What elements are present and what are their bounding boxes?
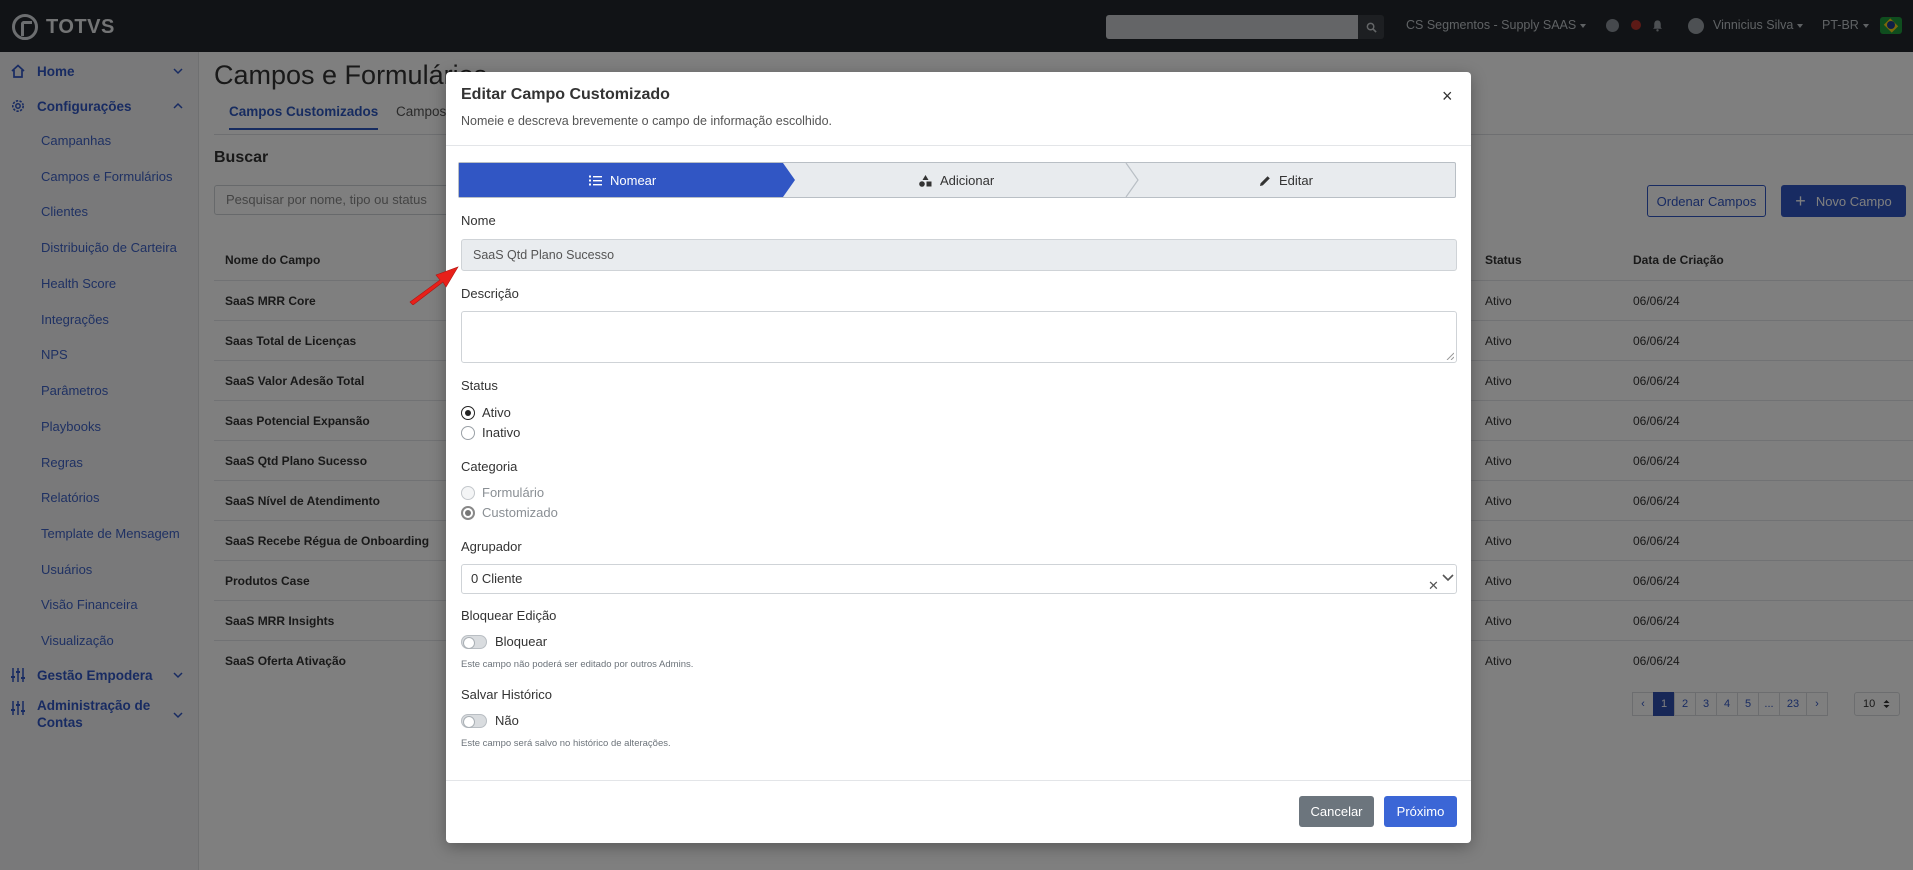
status-option-ativo[interactable]: Ativo: [461, 405, 511, 420]
pencil-icon: [1260, 175, 1270, 186]
step-label: Editar: [1279, 173, 1313, 188]
cancel-button[interactable]: Cancelar: [1299, 796, 1374, 827]
clear-icon[interactable]: ✕: [1428, 572, 1439, 600]
description-textarea[interactable]: [461, 311, 1457, 363]
lock-edit-label: Bloquear Edição: [461, 608, 557, 623]
radio-checked-disabled: [461, 505, 475, 520]
step-nomear[interactable]: Nomear: [589, 173, 656, 188]
radio-label: Formulário: [482, 485, 545, 500]
chevron-down-icon[interactable]: [1442, 574, 1454, 582]
list-icon: [589, 175, 602, 186]
radio-label: Customizado: [482, 505, 558, 520]
step-divider: [1125, 163, 1139, 197]
step-label: Nomear: [610, 173, 657, 188]
step-adicionar[interactable]: Adicionar: [919, 173, 994, 188]
step-editar[interactable]: Editar: [1259, 173, 1313, 188]
toggle-label: Não: [495, 713, 519, 728]
modal-footer-divider: [446, 780, 1471, 781]
next-button[interactable]: Próximo: [1384, 796, 1457, 827]
toggle-switch[interactable]: [461, 713, 487, 728]
resize-handle-icon[interactable]: [1446, 352, 1454, 360]
grouper-label: Agrupador: [461, 539, 522, 554]
lock-edit-help: Este campo não poderá ser editado por ou…: [461, 659, 694, 670]
radio-label: Inativo: [482, 425, 521, 440]
grouper-select[interactable]: 0 Cliente ✕: [461, 564, 1457, 594]
name-label: Nome: [461, 213, 496, 228]
toggle-label: Bloquear: [495, 634, 548, 649]
category-option-formulario: Formulário: [461, 485, 544, 500]
grouper-value: 0 Cliente: [471, 571, 523, 586]
close-icon[interactable]: ×: [1442, 87, 1453, 105]
save-history-toggle[interactable]: Não: [461, 713, 519, 728]
status-option-inativo[interactable]: Inativo: [461, 425, 520, 440]
category-option-customizado: Customizado: [461, 505, 558, 520]
radio-unchecked[interactable]: [461, 425, 475, 440]
annotation-arrow-icon: [409, 266, 459, 305]
step-label: Adicionar: [940, 173, 995, 188]
modal-title: Editar Campo Customizado: [461, 86, 670, 103]
radio-checked[interactable]: [461, 405, 475, 420]
modal-header-divider: [446, 145, 1471, 146]
stepper: Nomear Adicionar Editar: [458, 162, 1456, 198]
status-label: Status: [461, 378, 498, 393]
description-label: Descrição: [461, 286, 519, 301]
lock-edit-toggle[interactable]: Bloquear: [461, 634, 547, 649]
radio-label: Ativo: [482, 405, 511, 420]
shapes-icon: [919, 174, 932, 187]
category-label: Categoria: [461, 459, 518, 474]
save-history-label: Salvar Histórico: [461, 687, 553, 702]
modal-subtitle: Nomeie e descreva brevemente o campo de …: [461, 114, 833, 128]
edit-field-modal: Editar Campo Customizado Nomeie e descre…: [446, 72, 1471, 843]
toggle-switch[interactable]: [461, 634, 487, 649]
name-input[interactable]: SaaS Qtd Plano Sucesso: [461, 239, 1457, 271]
radio-disabled: [461, 485, 475, 500]
save-history-help: Este campo será salvo no histórico de al…: [461, 738, 671, 749]
